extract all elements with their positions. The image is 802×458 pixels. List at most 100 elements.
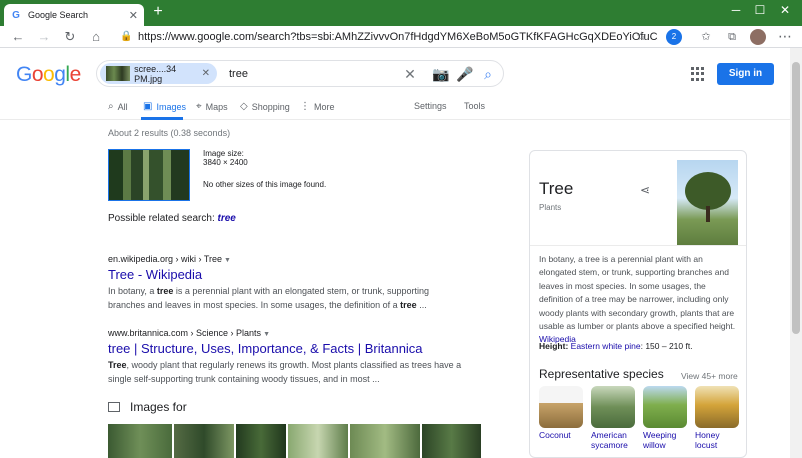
maximize-icon[interactable]: ☐ (750, 3, 770, 17)
home-icon[interactable]: ⌂ (88, 29, 104, 45)
species-label: American sycamore (591, 430, 628, 450)
profile-avatar[interactable] (750, 29, 766, 45)
search-icon: ⌕ (108, 101, 114, 112)
chip-thumbnail (106, 66, 131, 81)
tag-icon: ◇ (240, 101, 248, 112)
kp-height-link[interactable]: Eastern white pine (571, 341, 641, 351)
kp-height-value: : 150 – 210 ft. (640, 341, 693, 351)
species-image (695, 386, 739, 428)
tab-label: Images (156, 101, 186, 112)
search-icon[interactable]: ⌕ (479, 65, 497, 83)
related-search: Possible related search: tree (108, 213, 236, 224)
species-item[interactable]: Weeping willow (643, 386, 687, 450)
active-tab-underline (141, 117, 183, 120)
map-pin-icon: ⌖ (196, 101, 202, 112)
cite-text: www.britannica.com › Science › Plants (108, 328, 262, 338)
google-favicon-icon: G (12, 9, 20, 21)
microphone-icon[interactable]: 🎤 (456, 65, 474, 83)
chip-remove-icon[interactable]: ✕ (202, 68, 210, 79)
logo-letter: G (16, 63, 32, 86)
settings-link[interactable]: Settings (414, 101, 447, 111)
close-window-icon[interactable]: ✕ (775, 3, 795, 17)
kp-tree-photo[interactable] (677, 160, 738, 245)
browser-menu-icon[interactable]: ⋯ (778, 28, 792, 45)
tab-shopping[interactable]: ◇ Shopping (240, 101, 290, 112)
collections-icon[interactable]: ⧉ (724, 29, 740, 45)
tab-label: Maps (205, 101, 228, 112)
result-title-link[interactable]: tree | Structure, Uses, Importance, & Fa… (108, 341, 423, 356)
lock-icon: 🔒 (120, 31, 133, 42)
species-image (539, 386, 583, 428)
tab-all[interactable]: ⌕ All (108, 101, 128, 112)
more-vert-icon: ⋮ (300, 101, 310, 112)
snippet-bold: Tree (108, 360, 127, 370)
kp-description-text: In botany, a tree is a perennial plant w… (539, 254, 736, 332)
result-cite[interactable]: www.britannica.com › Science › Plants ▼ (108, 328, 270, 338)
species-image (643, 386, 687, 428)
search-nav-tabs: ⌕ All ▣ Images ⌖ Maps ◇ Shopping ⋮ More … (0, 95, 790, 120)
related-prefix: Possible related search: (108, 213, 215, 224)
logo-letter: g (54, 63, 66, 86)
favorite-star-icon[interactable]: ☆ (636, 29, 647, 43)
extension-badge-icon[interactable]: 2 (666, 29, 682, 45)
logo-letter: o (43, 63, 55, 86)
image-icon: ▣ (143, 101, 153, 112)
kp-title: Tree (539, 179, 574, 198)
camera-icon[interactable]: 📷 (432, 65, 450, 83)
url-field[interactable]: 🔒 https://www.google.com/search?tbs=sbi:… (118, 28, 658, 46)
caret-down-icon[interactable]: ▼ (263, 331, 270, 338)
snippet-part: In botany, a (108, 286, 157, 296)
related-term-link[interactable]: tree (218, 213, 236, 224)
search-query[interactable]: tree (229, 68, 248, 80)
share-icon[interactable]: ⋖ (640, 183, 650, 197)
kp-divider (530, 245, 746, 246)
result-title-link[interactable]: Tree - Wikipedia (108, 267, 202, 282)
no-other-sizes: No other sizes of this image found. (203, 180, 327, 189)
tab-title: Google Search (28, 10, 89, 20)
back-icon[interactable]: ← (10, 29, 26, 45)
refresh-icon[interactable]: ↻ (62, 29, 78, 45)
tab-label: All (117, 101, 128, 112)
new-tab-icon[interactable]: + (150, 4, 166, 21)
species-item[interactable]: Honey locust (695, 386, 739, 450)
species-label: Coconut (539, 430, 571, 440)
tab-label: Shopping (251, 101, 290, 112)
caret-down-icon[interactable]: ▼ (224, 257, 231, 264)
tab-images[interactable]: ▣ Images (143, 101, 186, 112)
kp-description: In botany, a tree is a perennial plant w… (539, 253, 739, 347)
tools-link[interactable]: Tools (464, 101, 485, 111)
forward-icon[interactable]: → (36, 29, 52, 45)
clear-icon[interactable]: ✕ (401, 65, 419, 83)
image-size-label: Image size: (203, 149, 244, 158)
result-snippet: Tree, woody plant that regularly renews … (108, 358, 468, 386)
snippet-part: , woody plant that regularly renews its … (108, 360, 462, 384)
search-box[interactable]: scree....34 PM.jpg ✕ tree ✕ 📷 🎤 ⌕ (96, 60, 504, 87)
tab-close-icon[interactable]: ✕ (129, 9, 138, 22)
tab-maps[interactable]: ⌖ Maps (196, 101, 228, 112)
browser-tab[interactable]: G Google Search ✕ (4, 4, 144, 26)
kp-view-more-link[interactable]: View 45+ more (681, 371, 738, 381)
images-for-heading: Images for (108, 400, 187, 414)
minimize-icon[interactable]: ─ (726, 3, 746, 17)
image-search-chip[interactable]: scree....34 PM.jpg ✕ (100, 63, 217, 84)
scrollbar-thumb[interactable] (792, 62, 800, 334)
species-item[interactable]: American sycamore (591, 386, 635, 450)
query-image-thumbnail[interactable] (108, 149, 190, 201)
cite-text: en.wikipedia.org › wiki › Tree (108, 254, 223, 264)
snippet-bold: tree (400, 300, 417, 310)
kp-subtitle: Plants (539, 203, 562, 212)
sign-in-button[interactable]: Sign in (717, 63, 774, 85)
images-strip[interactable] (108, 424, 481, 458)
kp-representative-title: Representative species (539, 367, 664, 381)
species-label: Honey locust (695, 430, 720, 450)
favorites-icon[interactable]: ✩ (698, 29, 714, 45)
species-label: Weeping willow (643, 430, 677, 450)
google-logo[interactable]: Google (16, 63, 81, 87)
tab-more[interactable]: ⋮ More (300, 101, 335, 112)
google-apps-icon[interactable] (691, 67, 705, 81)
result-cite[interactable]: en.wikipedia.org › wiki › Tree ▼ (108, 254, 231, 264)
image-size-value: 3840 × 2400 (203, 158, 248, 167)
species-item[interactable]: Coconut (539, 386, 583, 440)
url-text: https://www.google.com/search?tbs=sbi:AM… (138, 31, 658, 43)
snippet-part: ... (416, 300, 427, 310)
